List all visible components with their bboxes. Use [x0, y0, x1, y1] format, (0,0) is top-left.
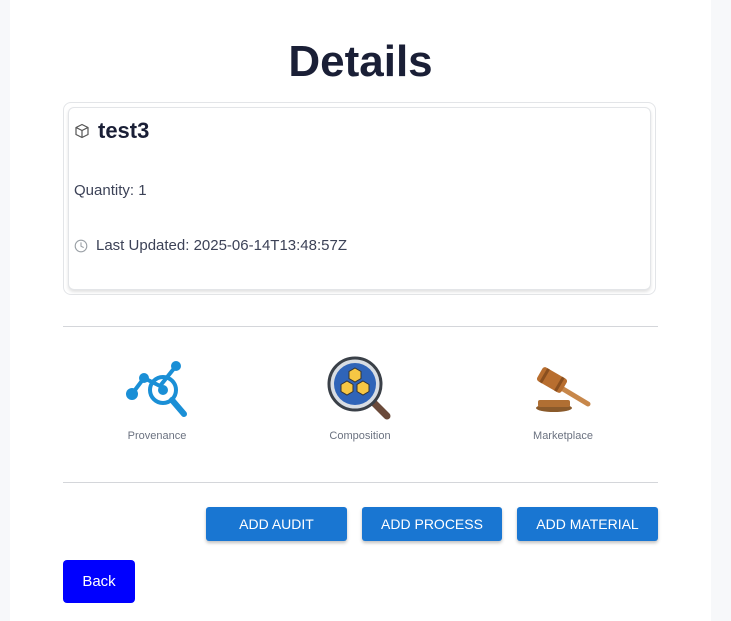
item-quantity: Quantity: 1 [74, 182, 147, 199]
back-button[interactable]: Back [63, 560, 135, 603]
divider-top [63, 326, 658, 327]
add-audit-button[interactable]: ADD AUDIT [206, 507, 347, 541]
divider-bottom [63, 482, 658, 483]
cube-icon [74, 123, 90, 139]
feature-label-marketplace: Marketplace [533, 430, 593, 442]
item-name: test3 [98, 118, 150, 143]
item-last-updated: Last Updated: 2025-06-14T13:48:57Z [74, 237, 347, 254]
feature-composition[interactable]: Composition [300, 356, 420, 442]
last-updated-text: Last Updated: 2025-06-14T13:48:57Z [96, 237, 348, 254]
item-header: test3 [74, 118, 149, 144]
page-title: Details [288, 37, 433, 86]
composition-icon [325, 354, 395, 429]
clock-icon [74, 239, 88, 253]
feature-label-composition: Composition [329, 430, 391, 442]
feature-label-provenance: Provenance [127, 430, 187, 442]
feature-provenance[interactable]: Provenance [97, 356, 217, 442]
feature-marketplace[interactable]: Marketplace [503, 356, 623, 442]
add-process-button[interactable]: ADD PROCESS [362, 507, 502, 541]
provenance-icon [122, 356, 192, 427]
page-container: Details test3 Quantity: 1 Last Updated: … [10, 0, 711, 621]
item-card-body: test3 Quantity: 1 Last Updated: 2025-06-… [68, 107, 651, 290]
add-material-button[interactable]: ADD MATERIAL [517, 507, 658, 541]
item-card: test3 Quantity: 1 Last Updated: 2025-06-… [63, 102, 656, 295]
marketplace-gavel-icon [528, 356, 598, 427]
